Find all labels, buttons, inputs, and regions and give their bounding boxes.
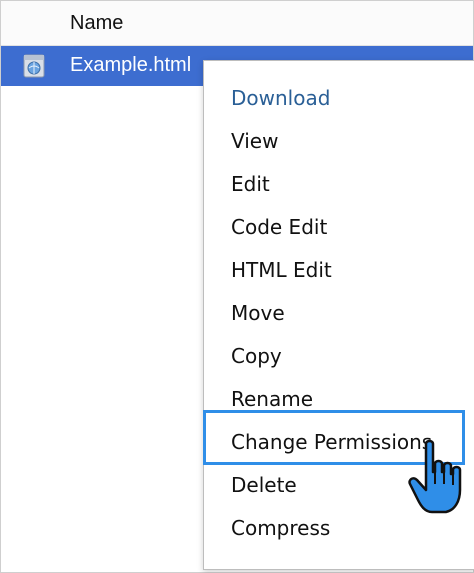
file-name[interactable]: Example.html	[70, 54, 191, 77]
name-column-label[interactable]: Name	[70, 12, 123, 35]
menu-item-move[interactable]: Move	[231, 301, 285, 325]
menu-item-code-edit[interactable]: Code Edit	[231, 215, 327, 239]
html-file-icon	[23, 54, 45, 78]
menu-item-view[interactable]: View	[231, 129, 278, 153]
menu-item-download[interactable]: Download	[231, 86, 330, 110]
menu-item-html-edit[interactable]: HTML Edit	[231, 258, 332, 282]
menu-item-rename[interactable]: Rename	[231, 387, 313, 411]
menu-item-copy[interactable]: Copy	[231, 344, 282, 368]
menu-item-compress[interactable]: Compress	[231, 516, 330, 540]
menu-item-delete[interactable]: Delete	[231, 473, 297, 497]
column-header[interactable]: Name	[1, 1, 473, 46]
hand-pointer-icon	[408, 439, 462, 514]
menu-item-edit[interactable]: Edit	[231, 172, 270, 196]
